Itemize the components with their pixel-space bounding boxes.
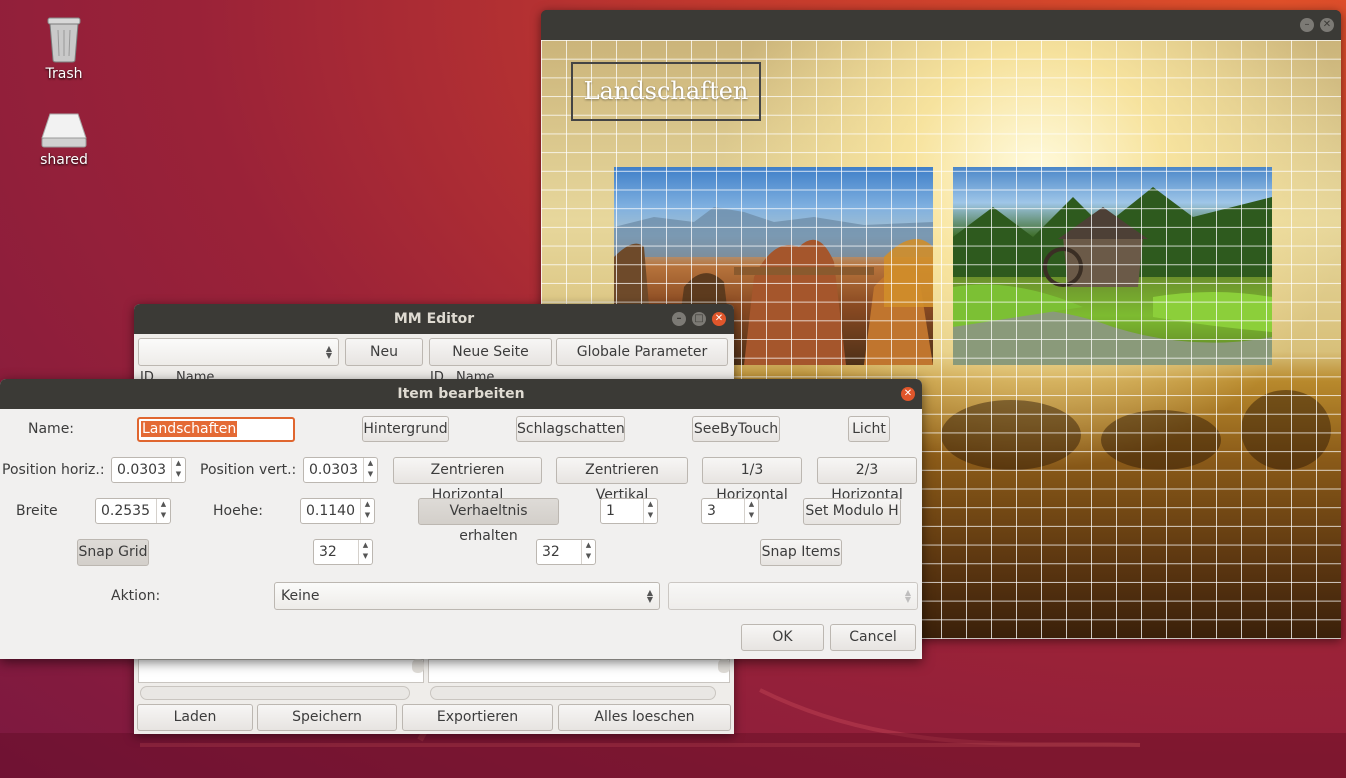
drive-icon	[41, 113, 87, 148]
global-params-button[interactable]: Globale Parameter	[556, 338, 728, 366]
spin-arrows-icon[interactable]: ▲ ▼	[581, 540, 595, 564]
edit-item-dialog[interactable]: Item bearbeiten ✕ Name: Landschaften Hin…	[0, 379, 922, 659]
action-label: Aktion:	[111, 588, 161, 604]
height-label: Hoehe:	[213, 503, 263, 519]
export-button[interactable]: Exportieren	[402, 704, 553, 731]
spin-arrows-icon[interactable]: ▲ ▼	[360, 499, 374, 523]
center-vertical-button[interactable]: Zentrieren Vertikal	[556, 457, 688, 503]
width-label: Breite	[16, 503, 58, 519]
spin-arrows-icon[interactable]: ▲ ▼	[363, 458, 377, 482]
name-label: Name:	[28, 421, 75, 437]
slide-title-item[interactable]: Landschaften	[571, 62, 761, 121]
name-field[interactable]: Landschaften	[137, 417, 295, 442]
minimize-icon[interactable]: –	[672, 312, 686, 326]
combo-arrows-icon: ▲ ▼	[646, 588, 653, 604]
mm-editor-titlebar[interactable]: MM Editor – □ ✕	[134, 304, 734, 334]
desktop-icon-label: shared	[40, 152, 88, 168]
desktop-icon-trash[interactable]: Trash	[19, 12, 109, 82]
ratio-denominator-spinbox[interactable]: 3 ▲ ▼	[701, 498, 759, 524]
page-select[interactable]: ▲ ▼	[138, 338, 339, 366]
vertical-scrollbar[interactable]	[718, 659, 730, 673]
position-horizontal-spinbox[interactable]: 0.0303 ▲ ▼	[111, 457, 186, 483]
spin-arrows-icon[interactable]: ▲ ▼	[171, 458, 185, 482]
trash-icon	[47, 17, 81, 63]
light-button[interactable]: Licht	[848, 416, 890, 442]
spin-arrows-icon[interactable]: ▲ ▼	[643, 499, 657, 523]
dialog-titlebar[interactable]: Item bearbeiten ✕	[0, 379, 922, 409]
right-list[interactable]	[428, 659, 730, 683]
one-third-horizontal-button[interactable]: 1/3 Horizontal	[702, 457, 802, 503]
close-icon[interactable]: ✕	[712, 312, 726, 326]
combo-arrows-icon: ▲ ▼	[325, 344, 332, 360]
keep-ratio-toggle[interactable]: Verhaeltnis erhalten	[418, 498, 559, 544]
snap-grid-toggle[interactable]: Snap Grid	[77, 539, 149, 566]
delete-all-button[interactable]: Alles loeschen	[558, 704, 731, 731]
close-icon[interactable]: ✕	[901, 387, 915, 401]
window-title: MM Editor	[393, 311, 475, 327]
vertical-scrollbar[interactable]	[412, 659, 424, 673]
load-button[interactable]: Laden	[137, 704, 253, 731]
position-vertical-spinbox[interactable]: 0.0303 ▲ ▼	[303, 457, 378, 483]
preview-titlebar[interactable]: – ✕	[541, 10, 1341, 40]
close-icon[interactable]: ✕	[1320, 18, 1334, 32]
dialog-title: Item bearbeiten	[397, 386, 525, 402]
see-by-touch-button[interactable]: SeeByTouch	[692, 416, 780, 442]
new-button[interactable]: Neu	[345, 338, 423, 366]
center-horizontal-button[interactable]: Zentrieren Horizontal	[393, 457, 542, 503]
snap-items-button[interactable]: Snap Items	[760, 539, 842, 566]
action-target-select[interactable]: ▲ ▼	[668, 582, 918, 610]
desktop-icon-label: Trash	[45, 66, 83, 82]
position-vertical-label: Position vert.:	[200, 462, 297, 478]
save-button[interactable]: Speichern	[257, 704, 397, 731]
background-button[interactable]: Hintergrund	[362, 416, 449, 442]
width-spinbox[interactable]: 0.2535 ▲ ▼	[95, 498, 171, 524]
set-modulo-button[interactable]: Set Modulo H	[803, 498, 901, 525]
left-list[interactable]	[138, 659, 424, 683]
new-page-button[interactable]: Neue Seite	[429, 338, 552, 366]
grid-x-spinbox[interactable]: 32 ▲ ▼	[313, 539, 373, 565]
desktop-icon-shared[interactable]: shared	[19, 110, 109, 168]
spin-arrows-icon[interactable]: ▲ ▼	[358, 540, 372, 564]
minimize-icon[interactable]: –	[1300, 18, 1314, 32]
drop-shadow-button[interactable]: Schlagschatten	[516, 416, 625, 442]
two-thirds-horizontal-button[interactable]: 2/3 Horizontal	[817, 457, 917, 503]
ratio-numerator-spinbox[interactable]: 1 ▲ ▼	[600, 498, 658, 524]
horizontal-scrollbar[interactable]	[430, 686, 716, 700]
position-horizontal-label: Position horiz.:	[2, 462, 105, 478]
spin-arrows-icon[interactable]: ▲ ▼	[744, 499, 758, 523]
height-spinbox[interactable]: 0.1140 ▲ ▼	[300, 498, 375, 524]
combo-arrows-icon: ▲ ▼	[904, 588, 911, 604]
name-field-value: Landschaften	[141, 421, 238, 437]
horizontal-scrollbar[interactable]	[140, 686, 410, 700]
ok-button[interactable]: OK	[741, 624, 824, 651]
cancel-button[interactable]: Cancel	[830, 624, 916, 651]
action-select[interactable]: Keine ▲ ▼	[274, 582, 660, 610]
grid-y-spinbox[interactable]: 32 ▲ ▼	[536, 539, 596, 565]
spin-arrows-icon[interactable]: ▲ ▼	[156, 499, 170, 523]
maximize-icon[interactable]: □	[692, 312, 706, 326]
